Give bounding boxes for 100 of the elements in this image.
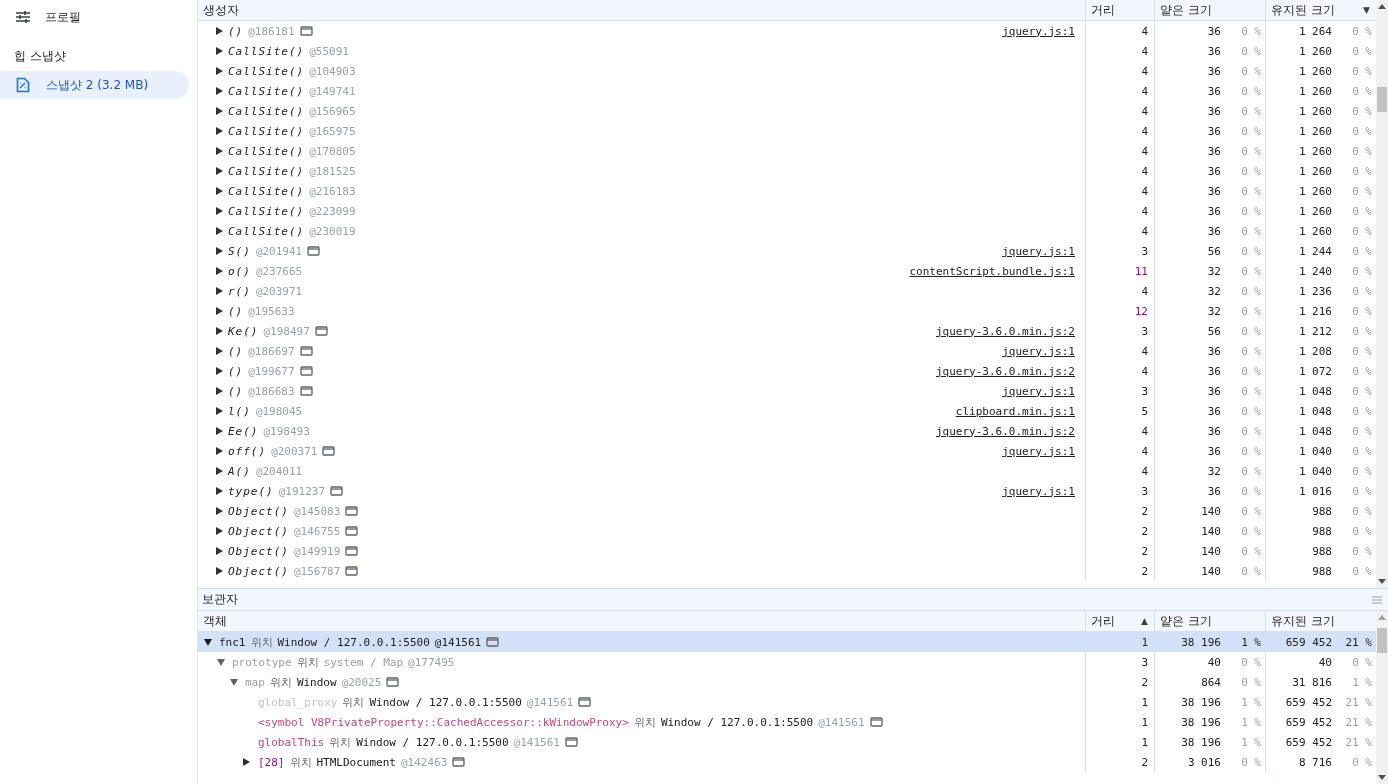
constructor-name[interactable]: off() <box>228 444 267 458</box>
expand-arrow-icon[interactable] <box>216 147 223 155</box>
expand-arrow-icon[interactable] <box>216 307 223 315</box>
expand-arrow-icon[interactable] <box>216 247 223 255</box>
scrollbar[interactable] <box>1376 611 1388 784</box>
expand-arrow-icon[interactable] <box>216 187 223 195</box>
expand-arrow-icon[interactable] <box>216 227 223 235</box>
scroll-down-icon[interactable] <box>1378 579 1386 584</box>
source-link[interactable]: jquery.js:1 <box>1002 384 1075 398</box>
constructor-name[interactable]: CallSite() <box>228 84 305 98</box>
source-link[interactable]: jquery.js:1 <box>1002 244 1075 258</box>
collapse-arrow-icon[interactable] <box>217 658 225 666</box>
expand-arrow-icon[interactable] <box>216 567 223 575</box>
source-link[interactable]: jquery-3.6.0.min.js:2 <box>935 424 1075 438</box>
source-link[interactable]: jquery-3.6.0.min.js:2 <box>935 324 1075 338</box>
window-icon[interactable] <box>345 506 359 516</box>
collapse-arrow-icon[interactable] <box>204 638 212 646</box>
window-icon[interactable] <box>299 346 313 356</box>
expand-arrow-icon[interactable] <box>216 447 223 455</box>
window-icon[interactable] <box>345 526 359 536</box>
expand-arrow-icon[interactable] <box>216 287 223 295</box>
expand-arrow-icon[interactable] <box>216 347 223 355</box>
constructor-name[interactable]: Ke() <box>228 324 259 338</box>
window-icon[interactable] <box>386 677 400 687</box>
expand-arrow-icon[interactable] <box>216 467 223 475</box>
snapshot-item[interactable]: 스냅샷 2 (3.2 MB) <box>0 71 189 99</box>
constructor-name[interactable]: CallSite() <box>228 44 305 58</box>
window-icon[interactable] <box>330 486 344 496</box>
window-icon[interactable] <box>869 717 883 727</box>
expand-arrow-icon[interactable] <box>216 367 223 375</box>
column-header[interactable]: 거리 <box>1086 0 1155 20</box>
expand-arrow-icon[interactable] <box>216 387 223 395</box>
constructor-name[interactable]: Object() <box>228 524 289 538</box>
expand-arrow-icon[interactable] <box>216 527 223 535</box>
expand-arrow-icon[interactable] <box>216 127 223 135</box>
constructor-name[interactable]: CallSite() <box>228 104 305 118</box>
expand-arrow-icon[interactable] <box>243 758 250 766</box>
property-name[interactable]: globalThis <box>258 735 325 749</box>
constructor-name[interactable]: () <box>228 344 244 358</box>
scrollbar-thumb[interactable] <box>1377 628 1387 653</box>
property-name[interactable]: [28] <box>258 755 285 769</box>
constructor-name[interactable]: () <box>228 304 244 318</box>
constructor-name[interactable]: CallSite() <box>228 144 305 158</box>
column-header[interactable]: 유지된 크기 <box>1266 611 1376 631</box>
constructor-name[interactable]: A() <box>228 464 251 478</box>
window-icon[interactable] <box>345 546 359 556</box>
expand-arrow-icon[interactable] <box>216 107 223 115</box>
expand-arrow-icon[interactable] <box>216 487 223 495</box>
expand-arrow-icon[interactable] <box>216 327 223 335</box>
expand-arrow-icon[interactable] <box>216 427 223 435</box>
expand-arrow-icon[interactable] <box>216 547 223 555</box>
expand-arrow-icon[interactable] <box>216 47 223 55</box>
window-icon[interactable] <box>578 697 592 707</box>
source-link[interactable]: jquery.js:1 <box>1002 484 1075 498</box>
scroll-up-icon[interactable] <box>1378 4 1386 9</box>
window-icon[interactable] <box>307 246 321 256</box>
property-name[interactable]: fnc1 <box>219 635 246 649</box>
column-header[interactable]: 유지된 크기 ▼ <box>1266 0 1376 20</box>
constructor-name[interactable]: l() <box>228 404 251 418</box>
constructor-name[interactable]: CallSite() <box>228 224 305 238</box>
expand-arrow-icon[interactable] <box>216 407 223 415</box>
constructor-name[interactable]: CallSite() <box>228 164 305 178</box>
constructor-name[interactable]: Object() <box>228 544 289 558</box>
expand-arrow-icon[interactable] <box>216 67 223 75</box>
constructor-name[interactable]: CallSite() <box>228 204 305 218</box>
property-name[interactable]: <symbol V8PrivateProperty::CachedAccessor::kWindowProxy> <box>258 715 629 729</box>
scrollbar[interactable] <box>1376 0 1388 588</box>
column-header[interactable]: 객체 <box>198 611 1086 631</box>
constructor-name[interactable]: S() <box>228 244 251 258</box>
collapse-arrow-icon[interactable] <box>230 678 238 686</box>
scroll-down-icon[interactable] <box>1378 775 1386 780</box>
constructor-name[interactable]: CallSite() <box>228 184 305 198</box>
column-header[interactable]: 얕은 크기 <box>1155 0 1266 20</box>
constructor-name[interactable]: CallSite() <box>228 64 305 78</box>
column-header[interactable]: 생성자 <box>198 0 1086 20</box>
window-icon[interactable] <box>322 446 336 456</box>
source-link[interactable]: contentScript.bundle.js:1 <box>909 264 1075 278</box>
window-icon[interactable] <box>564 737 578 747</box>
window-icon[interactable] <box>314 326 328 336</box>
expand-arrow-icon[interactable] <box>216 207 223 215</box>
window-icon[interactable] <box>345 566 359 576</box>
window-icon[interactable] <box>452 757 466 767</box>
window-icon[interactable] <box>299 26 313 36</box>
scrollbar-thumb[interactable] <box>1377 87 1387 112</box>
column-header[interactable]: 거리 ▲ <box>1086 611 1155 631</box>
constructor-name[interactable]: () <box>228 24 244 38</box>
constructor-name[interactable]: () <box>228 384 244 398</box>
window-icon[interactable] <box>299 386 313 396</box>
column-header[interactable]: 얕은 크기 <box>1155 611 1266 631</box>
constructor-name[interactable]: Ee() <box>228 424 259 438</box>
constructor-name[interactable]: o() <box>228 264 251 278</box>
constructor-name[interactable]: r() <box>228 284 251 298</box>
source-link[interactable]: jquery.js:1 <box>1002 444 1075 458</box>
window-icon[interactable] <box>486 637 500 647</box>
source-link[interactable]: jquery-3.6.0.min.js:2 <box>935 364 1075 378</box>
expand-arrow-icon[interactable] <box>216 27 223 35</box>
constructor-name[interactable]: Object() <box>228 504 289 518</box>
source-link[interactable]: clipboard.min.js:1 <box>955 404 1075 418</box>
expand-arrow-icon[interactable] <box>216 267 223 275</box>
source-link[interactable]: jquery.js:1 <box>1002 24 1075 38</box>
